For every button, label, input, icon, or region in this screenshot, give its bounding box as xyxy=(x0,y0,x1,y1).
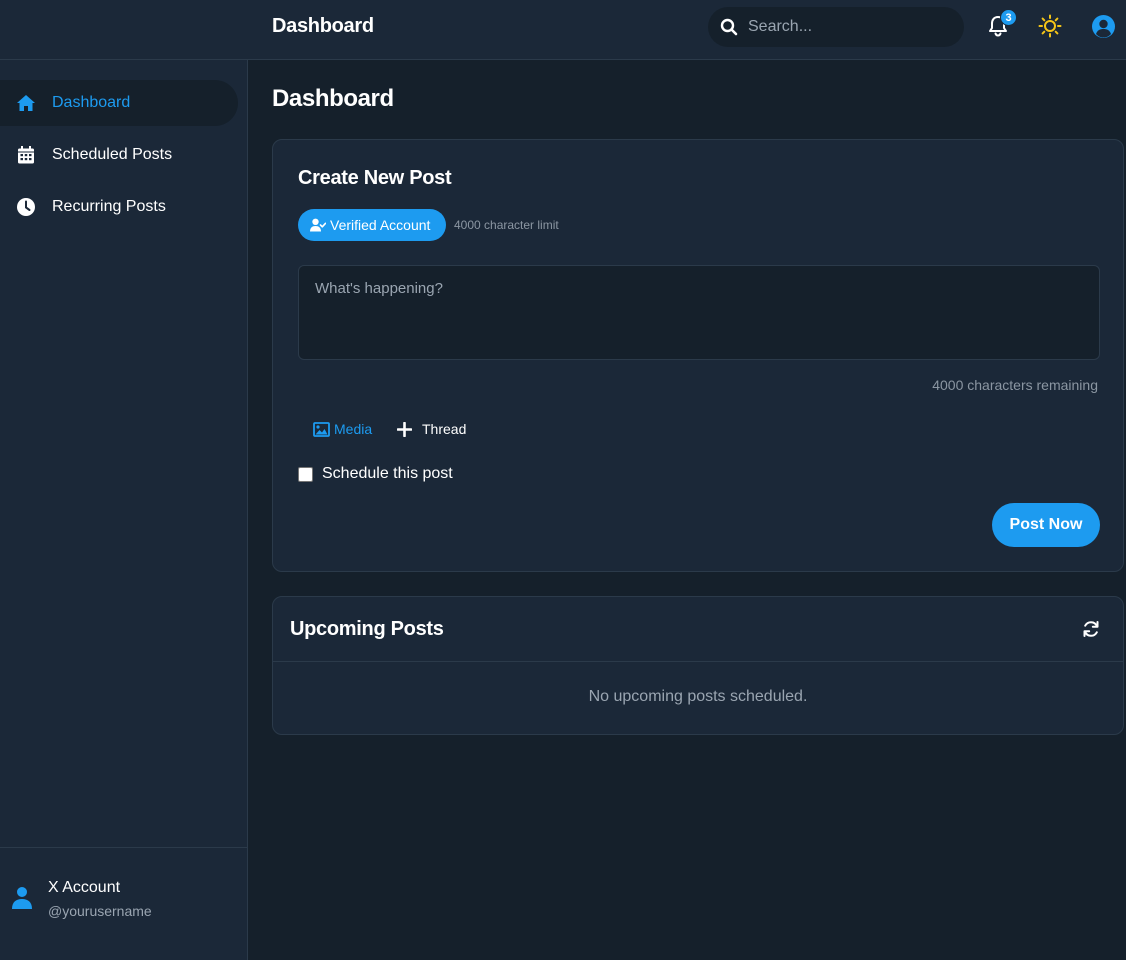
sidebar-item-label: Dashboard xyxy=(52,94,131,111)
verified-account-badge: Verified Account xyxy=(298,209,446,241)
refresh-icon[interactable] xyxy=(1082,620,1100,638)
sidebar-item-scheduled-posts[interactable]: Scheduled Posts xyxy=(0,132,238,178)
plus-icon xyxy=(397,421,412,437)
home-icon xyxy=(17,95,35,111)
user-circle-icon xyxy=(1092,15,1115,38)
user-icon xyxy=(12,887,32,909)
thread-label: Thread xyxy=(422,421,467,437)
media-label: Media xyxy=(334,421,373,437)
sidebar-item-dashboard[interactable]: Dashboard xyxy=(0,80,238,126)
character-limit-note: 4000 character limit xyxy=(454,218,559,232)
sidebar-item-label: Scheduled Posts xyxy=(52,146,173,163)
notification-badge: 3 xyxy=(1000,9,1017,26)
upcoming-posts-header: Upcoming Posts xyxy=(273,597,1123,662)
account-panel[interactable]: X Account @yourusername xyxy=(0,847,247,960)
sidebar: Dashboard Scheduled Posts Recurring Post… xyxy=(0,60,248,960)
calendar-icon xyxy=(18,146,34,164)
post-textarea[interactable] xyxy=(298,265,1100,360)
post-now-button[interactable]: Post Now xyxy=(992,503,1100,547)
sun-icon xyxy=(1038,14,1062,38)
create-post-card: Create New Post Verified Account 4000 ch… xyxy=(272,139,1124,572)
create-post-title: Create New Post xyxy=(298,167,452,189)
profile-menu-button[interactable] xyxy=(1091,14,1116,39)
sidebar-item-label: Recurring Posts xyxy=(52,198,166,215)
media-button[interactable]: Media xyxy=(313,417,372,441)
empty-state-message: No upcoming posts scheduled. xyxy=(588,688,808,705)
image-icon xyxy=(313,421,330,437)
theme-toggle-button[interactable] xyxy=(1038,14,1062,38)
search-box[interactable] xyxy=(708,7,964,47)
schedule-label[interactable]: Schedule this post xyxy=(322,465,453,483)
verified-account-label: Verified Account xyxy=(330,217,431,233)
upcoming-posts-title: Upcoming Posts xyxy=(290,618,444,640)
page-title: Dashboard xyxy=(272,85,394,112)
notifications-button[interactable]: 3 xyxy=(986,9,1017,40)
schedule-option: Schedule this post xyxy=(298,465,453,483)
schedule-checkbox[interactable] xyxy=(298,466,313,482)
account-handle: @yourusername xyxy=(48,903,152,919)
top-bar: Dashboard 3 xyxy=(0,0,1126,60)
search-icon xyxy=(720,18,738,36)
user-check-icon xyxy=(310,218,326,232)
search-input[interactable] xyxy=(748,7,954,47)
characters-remaining: 4000 characters remaining xyxy=(932,377,1098,393)
clock-icon xyxy=(17,198,35,216)
sidebar-item-recurring-posts[interactable]: Recurring Posts xyxy=(0,184,238,230)
thread-button[interactable]: Thread xyxy=(397,417,466,441)
account-name: X Account xyxy=(48,879,121,896)
upcoming-posts-card: Upcoming Posts No upcoming posts schedul… xyxy=(272,596,1124,735)
header-title: Dashboard xyxy=(272,15,374,37)
